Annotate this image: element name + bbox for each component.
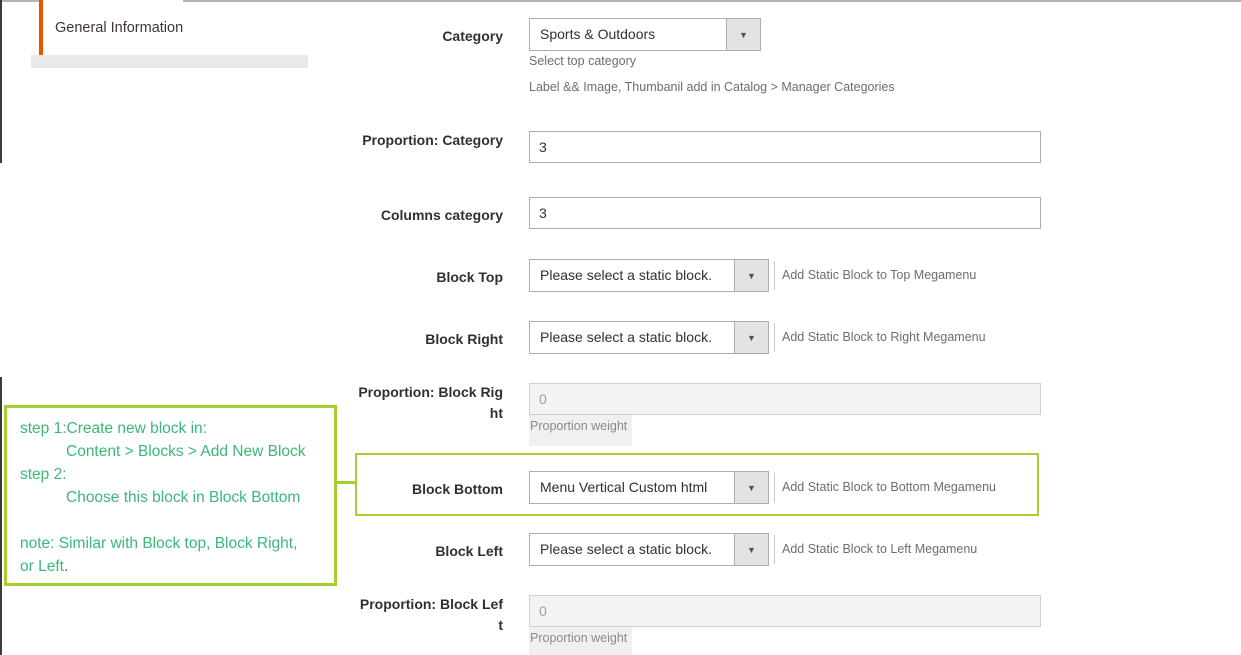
category-note: Label && Image, Thumbanil add in Catalog…	[529, 80, 895, 94]
note-text: Proportion weight	[530, 419, 627, 433]
active-tab-indicator	[39, 0, 43, 55]
window-left-edge	[0, 0, 2, 163]
chevron-down-icon[interactable]: ▼	[734, 534, 768, 565]
block-top-select[interactable]: Please select a static block. ▼	[529, 259, 769, 292]
block-left-note: Add Static Block to Left Megamenu	[782, 533, 977, 566]
block-left-label: Block Left	[358, 541, 503, 562]
note-text: Proportion weight	[530, 631, 627, 645]
annotation-step1-detail: Content > Blocks > Add New Block	[20, 440, 326, 463]
annotation-box: step 1:Create new block in: Content > Bl…	[4, 405, 337, 586]
block-bottom-note: Add Static Block to Bottom Megamenu	[782, 471, 996, 504]
columns-category-label: Columns category	[358, 205, 503, 226]
block-top-note: Add Static Block to Top Megamenu	[782, 259, 976, 292]
proportion-weight-note: Proportion weight	[529, 415, 632, 446]
chevron-down-icon[interactable]: ▼	[734, 260, 768, 291]
annotation-note-line1: note: Similar with Block top, Block Righ…	[20, 532, 326, 555]
block-bottom-select[interactable]: Menu Vertical Custom html ▼	[529, 471, 769, 504]
proportion-block-left-label: Proportion: Block Left	[358, 594, 503, 636]
note-divider	[774, 323, 775, 352]
window-left-edge	[0, 377, 2, 655]
annotation-step1-title: step 1:Create new block in:	[20, 417, 326, 440]
chevron-down-icon[interactable]: ▼	[734, 472, 768, 503]
annotation-step2-title: step 2:	[20, 463, 326, 486]
tab-label: General Information	[39, 20, 183, 36]
columns-category-input[interactable]	[529, 197, 1041, 229]
sidebar-tab-placeholder	[31, 55, 308, 68]
chevron-down-icon[interactable]: ▼	[734, 322, 768, 353]
megamenu-settings-page: General Information Category Sports & Ou…	[0, 0, 1241, 655]
note-divider	[774, 261, 775, 290]
proportion-category-label: Proportion: Category	[358, 130, 503, 151]
category-note: Select top category	[529, 54, 636, 68]
proportion-block-right-label: Proportion: Block Right	[358, 382, 503, 424]
category-label: Category	[358, 26, 503, 47]
sidebar-tab-general-information[interactable]: General Information	[39, 0, 183, 55]
chevron-down-icon[interactable]: ▼	[726, 19, 760, 50]
block-right-label: Block Right	[358, 329, 503, 350]
block-left-select-value: Please select a static block.	[530, 534, 734, 565]
annotation-note-period: .	[64, 558, 68, 575]
block-bottom-select-value: Menu Vertical Custom html	[530, 472, 734, 503]
proportion-block-right-input	[529, 383, 1041, 415]
block-right-select[interactable]: Please select a static block. ▼	[529, 321, 769, 354]
proportion-block-left-input	[529, 595, 1041, 627]
annotation-note-text: or Left	[20, 558, 64, 575]
annotation-blank-line	[20, 509, 326, 532]
note-divider	[774, 473, 775, 502]
category-select[interactable]: Sports & Outdoors ▼	[529, 18, 761, 51]
annotation-connector-line	[336, 481, 356, 484]
block-right-note: Add Static Block to Right Megamenu	[782, 321, 986, 354]
category-select-value: Sports & Outdoors	[530, 19, 726, 50]
annotation-note-line2: or Left.	[20, 555, 326, 578]
block-top-select-value: Please select a static block.	[530, 260, 734, 291]
block-bottom-label: Block Bottom	[358, 479, 503, 500]
proportion-weight-note: Proportion weight	[529, 627, 632, 655]
proportion-category-input[interactable]	[529, 131, 1041, 163]
note-divider	[774, 535, 775, 564]
block-top-label: Block Top	[358, 267, 503, 288]
block-left-select[interactable]: Please select a static block. ▼	[529, 533, 769, 566]
block-right-select-value: Please select a static block.	[530, 322, 734, 353]
window-top-edge	[0, 0, 1241, 2]
annotation-step2-detail: Choose this block in Block Bottom	[20, 486, 326, 509]
